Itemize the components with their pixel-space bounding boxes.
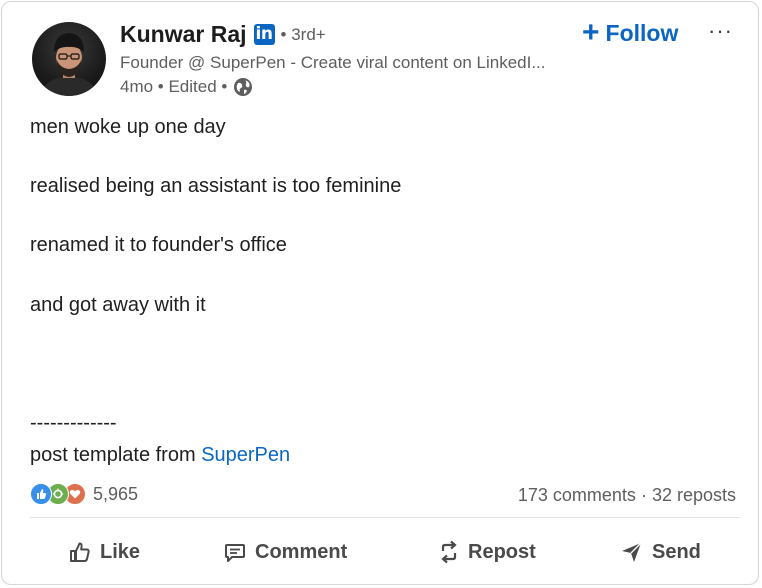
comments-count[interactable]: 173 comments	[518, 485, 636, 505]
comment-button[interactable]: Comment	[223, 540, 347, 564]
repost-label: Repost	[468, 540, 536, 563]
post-line-3: renamed it to founder's office	[30, 234, 287, 256]
send-icon	[622, 542, 642, 562]
author-name-row: Kunwar Raj in • 3rd+	[120, 21, 326, 48]
thumbs-up-icon	[30, 483, 52, 505]
more-options-icon[interactable]: ···	[708, 18, 733, 44]
send-label: Send	[652, 540, 701, 563]
post-separator: -------------	[30, 412, 117, 434]
stats-separator: ·	[635, 485, 652, 505]
reposts-count[interactable]: 32 reposts	[652, 485, 736, 505]
plus-icon: +	[582, 16, 600, 49]
post-line-4: and got away with it	[30, 294, 206, 316]
send-button[interactable]: Send	[620, 540, 701, 564]
post-meta: 4mo • Edited •	[120, 77, 253, 97]
post-line-1: men woke up one day	[30, 116, 226, 138]
post-template-line: post template from SuperPen	[30, 444, 290, 467]
like-button[interactable]: Like	[68, 540, 140, 564]
comment-label: Comment	[255, 540, 348, 563]
engagement-stats: 173 comments · 32 reposts	[518, 485, 736, 506]
post-age: 4mo • Edited •	[120, 77, 228, 96]
avatar[interactable]	[32, 22, 106, 96]
linkedin-badge-icon: in	[253, 24, 275, 45]
superpen-link[interactable]: SuperPen	[201, 444, 290, 466]
post-card: Kunwar Raj in • 3rd+ Founder @ SuperPen …	[1, 1, 759, 585]
comment-icon	[225, 544, 245, 562]
follow-label: Follow	[605, 19, 679, 46]
globe-icon	[233, 77, 253, 97]
connection-degree: • 3rd+	[280, 24, 326, 44]
repost-icon	[441, 540, 457, 564]
template-prefix: post template from	[30, 444, 202, 466]
post-line-2: realised being an assistant is too femin…	[30, 175, 402, 197]
like-label: Like	[100, 540, 141, 563]
like-icon	[70, 542, 90, 562]
follow-button[interactable]: + Follow	[582, 18, 678, 48]
reaction-count: 5,965	[93, 483, 139, 504]
author-headline: Founder @ SuperPen - Create viral conten…	[120, 53, 546, 72]
author-name[interactable]: Kunwar Raj	[120, 21, 247, 48]
divider	[30, 517, 740, 518]
reactions-summary[interactable]: 5,965	[30, 483, 138, 505]
repost-button[interactable]: Repost	[438, 540, 536, 564]
